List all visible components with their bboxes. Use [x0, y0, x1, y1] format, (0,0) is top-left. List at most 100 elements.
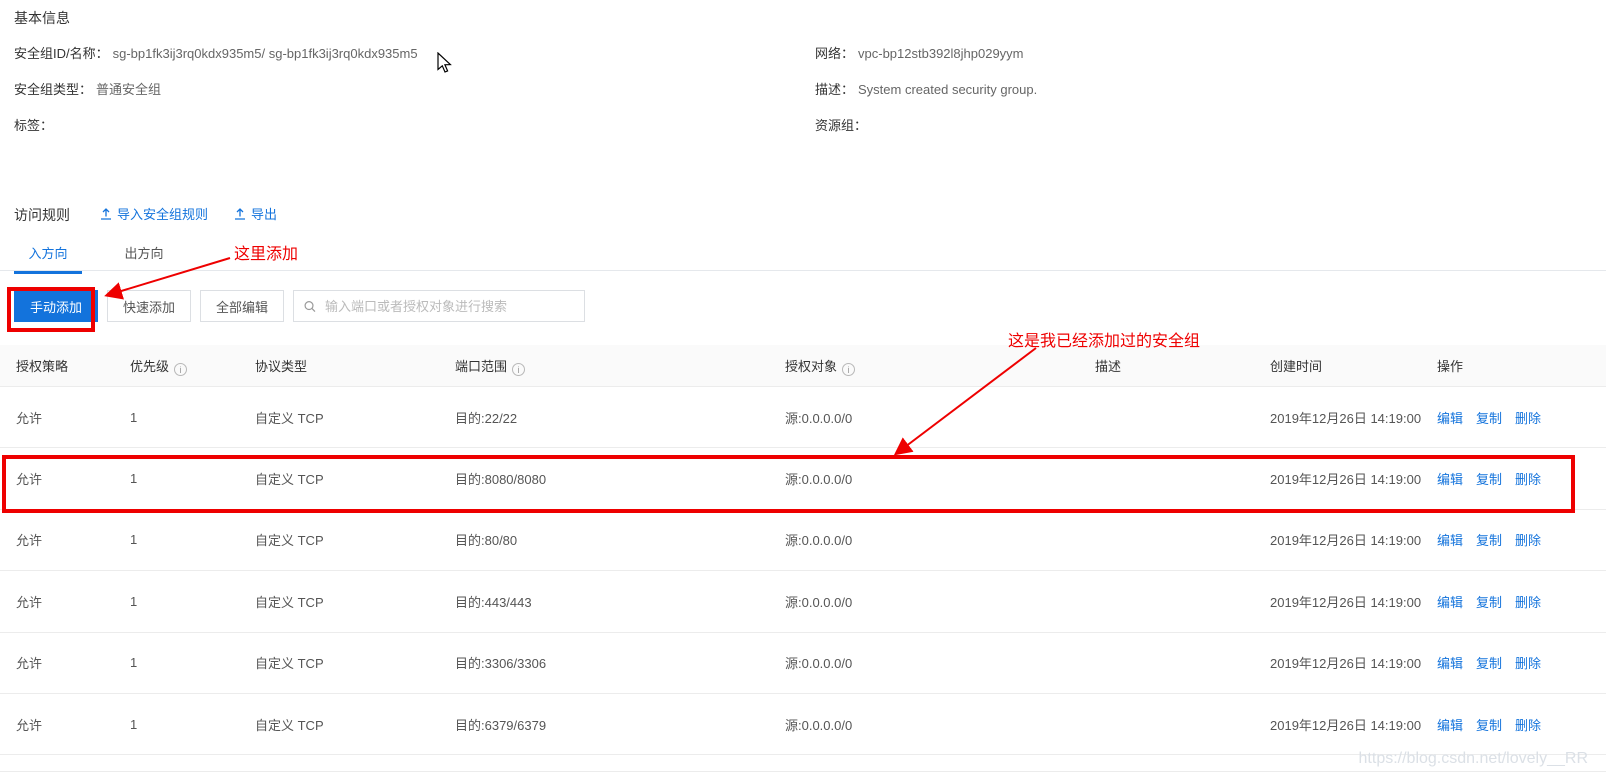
security-group-detail-page: 基本信息 安全组ID/名称：sg-bp1fk3ij3rq0kdx935m5/ s… [0, 0, 1606, 781]
header-protocol: 协议类型 [255, 356, 455, 375]
cell-actions: 编辑 复制 删除 [1437, 592, 1606, 611]
tab-outbound[interactable]: 出方向 [122, 243, 166, 271]
rules-table-header: 授权策略 优先级i 协议类型 端口范围i 授权对象i 描述 创建时间 操作 [0, 345, 1606, 387]
delete-link[interactable]: 删除 [1515, 592, 1541, 611]
sg-type-value: 普通安全组 [96, 82, 161, 97]
table-row: 允许 1 自定义 TCP 目的:3306/3306 源:0.0.0.0/0 20… [0, 633, 1606, 694]
header-created-time: 创建时间 [1270, 356, 1437, 375]
cell-created-time: 2019年12月26日 14:19:00 [1270, 592, 1437, 611]
copy-link[interactable]: 复制 [1476, 653, 1502, 672]
rules-table-body: 允许 1 自定义 TCP 目的:22/22 源:0.0.0.0/0 2019年1… [0, 387, 1606, 755]
cell-priority: 1 [130, 655, 255, 670]
header-priority: 优先级i [130, 356, 255, 376]
basic-info-title: 基本信息 [14, 8, 70, 28]
cell-actions: 编辑 复制 删除 [1437, 715, 1606, 734]
network-label: 网络： [815, 46, 854, 61]
cell-actions: 编辑 复制 删除 [1437, 530, 1606, 549]
cell-policy: 允许 [16, 408, 130, 427]
basic-info-left-column: 安全组ID/名称：sg-bp1fk3ij3rq0kdx935m5/ sg-bp1… [14, 44, 418, 152]
delete-link[interactable]: 删除 [1515, 530, 1541, 549]
delete-link[interactable]: 删除 [1515, 408, 1541, 427]
sg-id-name-row: 安全组ID/名称：sg-bp1fk3ij3rq0kdx935m5/ sg-bp1… [14, 44, 418, 64]
import-rules-label: 导入安全组规则 [117, 204, 208, 223]
edit-link[interactable]: 编辑 [1437, 469, 1463, 488]
edit-link[interactable]: 编辑 [1437, 592, 1463, 611]
cell-created-time: 2019年12月26日 14:19:00 [1270, 530, 1437, 549]
edit-all-button[interactable]: 全部编辑 [200, 290, 284, 322]
cell-protocol: 自定义 TCP [255, 715, 455, 734]
table-row: 允许 1 自定义 TCP 目的:80/80 源:0.0.0.0/0 2019年1… [0, 510, 1606, 571]
header-actions: 操作 [1437, 356, 1606, 375]
cell-protocol: 自定义 TCP [255, 530, 455, 549]
resource-group-label: 资源组： [815, 118, 867, 133]
cell-created-time: 2019年12月26日 14:19:00 [1270, 469, 1437, 488]
mouse-cursor-icon [437, 52, 453, 74]
tab-inbound[interactable]: 入方向 [14, 243, 82, 271]
edit-link[interactable]: 编辑 [1437, 408, 1463, 427]
direction-tabs: 入方向 出方向 [0, 240, 1606, 271]
cell-policy: 允许 [16, 715, 130, 734]
delete-link[interactable]: 删除 [1515, 469, 1541, 488]
table-row: 允许 1 自定义 TCP 目的:443/443 源:0.0.0.0/0 2019… [0, 571, 1606, 632]
cell-auth-object: 源:0.0.0.0/0 [785, 592, 1095, 611]
cell-created-time: 2019年12月26日 14:19:00 [1270, 715, 1437, 734]
header-policy: 授权策略 [16, 356, 130, 375]
delete-link[interactable]: 删除 [1515, 653, 1541, 672]
rules-search-input[interactable] [323, 298, 574, 315]
rules-search-box[interactable] [293, 290, 585, 322]
search-icon [304, 300, 316, 313]
manual-add-button[interactable]: 手动添加 [14, 290, 98, 322]
header-port-range: 端口范围i [455, 356, 785, 376]
delete-link[interactable]: 删除 [1515, 715, 1541, 734]
info-icon[interactable]: i [174, 363, 187, 376]
sg-type-label: 安全组类型： [14, 82, 92, 97]
resource-group-row: 资源组： [815, 116, 1037, 136]
access-rules-title: 访问规则 [14, 205, 70, 225]
cell-auth-object: 源:0.0.0.0/0 [785, 408, 1095, 427]
watermark: https://blog.csdn.net/lovely__RR [1359, 750, 1588, 768]
cell-protocol: 自定义 TCP [255, 592, 455, 611]
cell-port-range: 目的:22/22 [455, 408, 785, 427]
sg-tags-label: 标签： [14, 118, 53, 133]
cell-priority: 1 [130, 532, 255, 547]
cell-protocol: 自定义 TCP [255, 653, 455, 672]
info-icon[interactable]: i [842, 363, 855, 376]
info-icon[interactable]: i [512, 363, 525, 376]
copy-link[interactable]: 复制 [1476, 592, 1502, 611]
cell-port-range: 目的:6379/6379 [455, 715, 785, 734]
cell-policy: 允许 [16, 592, 130, 611]
export-link[interactable]: 导出 [234, 204, 277, 223]
table-row: 允许 1 自定义 TCP 目的:6379/6379 源:0.0.0.0/0 20… [0, 694, 1606, 755]
table-row: 允许 1 自定义 TCP 目的:8080/8080 源:0.0.0.0/0 20… [0, 448, 1606, 509]
sg-tags-row: 标签： [14, 116, 418, 136]
edit-link[interactable]: 编辑 [1437, 715, 1463, 734]
rules-table: 授权策略 优先级i 协议类型 端口范围i 授权对象i 描述 创建时间 操作 允许… [0, 345, 1606, 755]
network-value: vpc-bp12stb392l8jhp029yym [858, 46, 1024, 61]
upload-icon [234, 208, 246, 220]
copy-link[interactable]: 复制 [1476, 715, 1502, 734]
cell-auth-object: 源:0.0.0.0/0 [785, 715, 1095, 734]
quick-add-button[interactable]: 快速添加 [107, 290, 191, 322]
cell-policy: 允许 [16, 469, 130, 488]
cell-auth-object: 源:0.0.0.0/0 [785, 469, 1095, 488]
cell-priority: 1 [130, 410, 255, 425]
cell-actions: 编辑 复制 删除 [1437, 408, 1606, 427]
cell-auth-object: 源:0.0.0.0/0 [785, 653, 1095, 672]
copy-link[interactable]: 复制 [1476, 469, 1502, 488]
rules-toolbar: 手动添加 快速添加 全部编辑 [14, 290, 585, 322]
description-row: 描述：System created security group. [815, 80, 1037, 100]
basic-info-right-column: 网络： vpc-bp12stb392l8jhp029yym 描述：System c… [815, 44, 1037, 152]
cell-actions: 编辑 复制 删除 [1437, 469, 1606, 488]
cell-policy: 允许 [16, 530, 130, 549]
cell-port-range: 目的:80/80 [455, 530, 785, 549]
network-row: 网络： vpc-bp12stb392l8jhp029yym [815, 44, 1037, 64]
edit-link[interactable]: 编辑 [1437, 653, 1463, 672]
edit-link[interactable]: 编辑 [1437, 530, 1463, 549]
copy-link[interactable]: 复制 [1476, 530, 1502, 549]
cell-policy: 允许 [16, 653, 130, 672]
header-description: 描述 [1095, 356, 1270, 375]
copy-link[interactable]: 复制 [1476, 408, 1502, 427]
cell-priority: 1 [130, 471, 255, 486]
cell-actions: 编辑 复制 删除 [1437, 653, 1606, 672]
import-rules-link[interactable]: 导入安全组规则 [100, 204, 208, 223]
